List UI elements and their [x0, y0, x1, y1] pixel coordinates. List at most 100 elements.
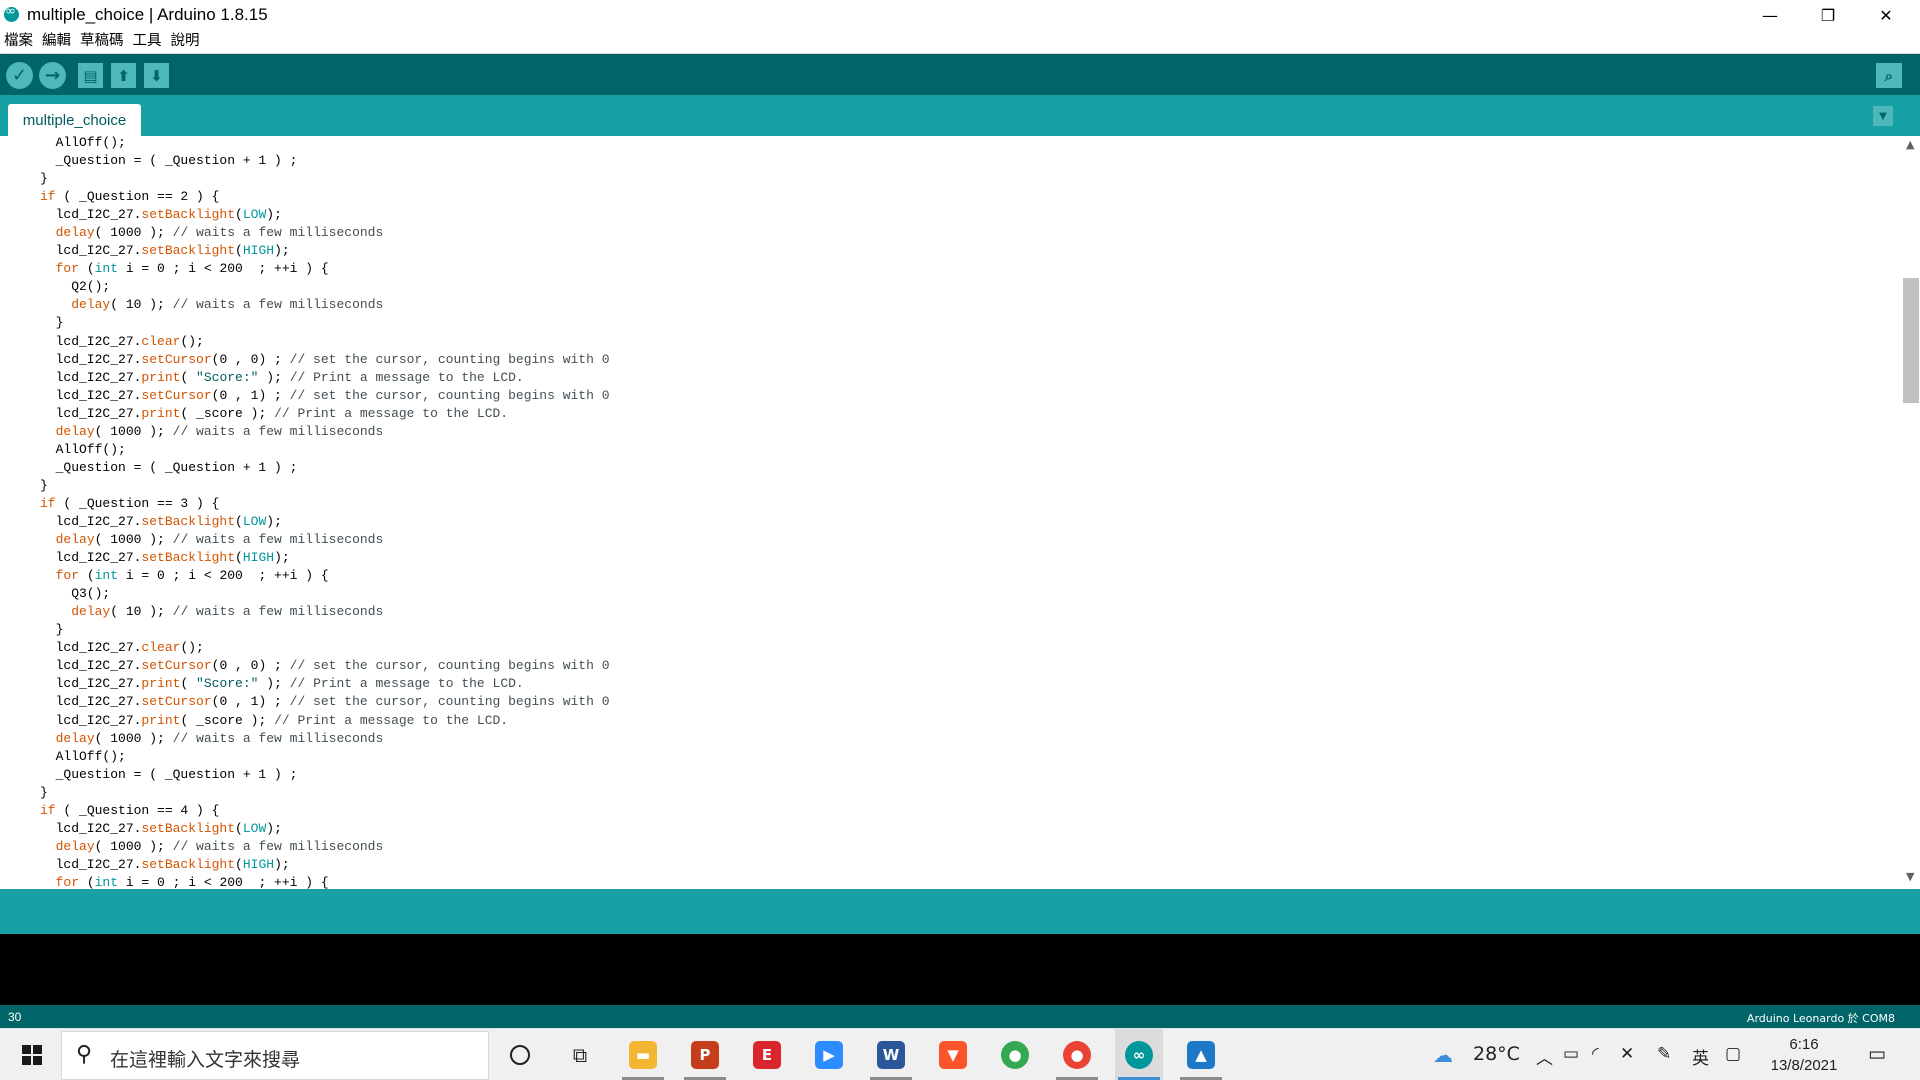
code-line[interactable]: lcd_I2C_27.clear(); — [40, 333, 610, 351]
code-line[interactable]: delay( 10 ); // waits a few milliseconds — [40, 603, 610, 621]
code-line[interactable]: Q2(); — [40, 278, 610, 296]
code-line[interactable]: delay( 10 ); // waits a few milliseconds — [40, 296, 610, 314]
code-line[interactable]: lcd_I2C_27.print( "Score:" ); // Print a… — [40, 369, 610, 387]
menu-file[interactable]: 檔案 — [4, 30, 33, 53]
code-line[interactable]: if ( _Question == 2 ) { — [40, 188, 610, 206]
weather-cloud-icon[interactable]: ☁ — [1433, 1043, 1453, 1067]
code-line[interactable]: lcd_I2C_27.setBacklight(HIGH); — [40, 856, 610, 874]
taskbar-app-chrome[interactable]: ● — [991, 1029, 1039, 1080]
code-line[interactable]: lcd_I2C_27.setCursor(0 , 0) ; // set the… — [40, 657, 610, 675]
console-output[interactable] — [0, 934, 1920, 1005]
code-line[interactable]: lcd_I2C_27.setBacklight(HIGH); — [40, 242, 610, 260]
taskbar-app-file-explorer[interactable]: ▬ — [619, 1029, 667, 1080]
menu-tools[interactable]: 工具 — [133, 30, 162, 53]
code-line[interactable]: lcd_I2C_27.setCursor(0 , 1) ; // set the… — [40, 693, 610, 711]
code-line[interactable]: delay( 1000 ); // waits a few millisecon… — [40, 838, 610, 856]
menu-bar: 檔案 編輯 草稿碼 工具 說明 — [0, 30, 1920, 53]
code-line[interactable]: delay( 1000 ); // waits a few millisecon… — [40, 531, 610, 549]
clock-date[interactable]: 13/8/2021 — [1754, 1057, 1854, 1074]
code-line[interactable]: for (int i = 0 ; i < 200 ; ++i ) { — [40, 260, 610, 278]
wifi-icon[interactable]: ◜ — [1592, 1044, 1599, 1064]
ime-mode-icon[interactable]: ▢ — [1725, 1044, 1741, 1064]
code-line[interactable]: } — [40, 314, 610, 332]
code-line[interactable]: lcd_I2C_27.setBacklight(LOW); — [40, 820, 610, 838]
upload-button[interactable]: → — [39, 62, 66, 89]
taskbar-app-word[interactable]: W — [867, 1029, 915, 1080]
code-line[interactable]: } — [40, 170, 610, 188]
tab-multiple-choice[interactable]: multiple_choice — [8, 104, 141, 136]
windows-taskbar: ⚲ 在這裡輸入文字來搜尋 ⧉ ☁ 28°C ︿ ▭ ◜ ✕ ✎ 英 ▢ 6:16… — [0, 1028, 1920, 1080]
volume-muted-icon[interactable]: ✕ — [1620, 1044, 1634, 1064]
weather-temperature[interactable]: 28°C — [1473, 1043, 1520, 1065]
cortana-button[interactable] — [496, 1029, 544, 1080]
code-line[interactable]: lcd_I2C_27.setBacklight(HIGH); — [40, 549, 610, 567]
open-sketch-button[interactable]: ⬆ — [111, 63, 136, 88]
pen-icon[interactable]: ✎ — [1657, 1044, 1671, 1064]
menu-help[interactable]: 說明 — [171, 30, 200, 53]
ime-indicator[interactable]: 英 — [1692, 1044, 1709, 1069]
code-line[interactable]: delay( 1000 ); // waits a few millisecon… — [40, 224, 610, 242]
menu-edit[interactable]: 編輯 — [42, 30, 71, 53]
word-icon: W — [877, 1041, 905, 1069]
save-sketch-button[interactable]: ⬇ — [144, 63, 169, 88]
taskbar-app-powerpoint[interactable]: P — [681, 1029, 729, 1080]
taskbar-app-eph-app[interactable]: E — [743, 1029, 791, 1080]
scroll-down-icon[interactable]: ▼ — [1906, 870, 1914, 883]
code-line[interactable]: AllOff(); — [40, 136, 610, 152]
task-view-button[interactable]: ⧉ — [556, 1029, 604, 1080]
code-line[interactable]: AllOff(); — [40, 441, 610, 459]
scrollbar-thumb[interactable] — [1903, 278, 1919, 403]
editor-scrollbar[interactable]: ▲ ▼ — [1902, 136, 1920, 889]
powerpoint-icon: P — [691, 1041, 719, 1069]
start-button[interactable] — [8, 1029, 56, 1080]
code-line[interactable]: lcd_I2C_27.print( "Score:" ); // Print a… — [40, 675, 610, 693]
code-line[interactable]: Q3(); — [40, 585, 610, 603]
close-button[interactable]: ✕ — [1857, 0, 1915, 30]
code-text[interactable]: AllOff(); _Question = ( _Question + 1 ) … — [40, 136, 610, 889]
code-line[interactable]: _Question = ( _Question + 1 ) ; — [40, 459, 610, 477]
code-line[interactable]: if ( _Question == 3 ) { — [40, 495, 610, 513]
code-line[interactable]: delay( 1000 ); // waits a few millisecon… — [40, 730, 610, 748]
taskbar-app-arduino[interactable]: ∞ — [1115, 1029, 1163, 1080]
serial-monitor-button[interactable]: ⌕ — [1876, 63, 1902, 88]
code-line[interactable]: } — [40, 621, 610, 639]
code-line[interactable]: } — [40, 784, 610, 802]
code-line[interactable]: } — [40, 477, 610, 495]
chrome-profile-icon: ● — [1063, 1041, 1091, 1069]
photos-icon: ▲ — [1187, 1041, 1215, 1069]
clock-time[interactable]: 6:16 — [1754, 1036, 1854, 1053]
menu-sketch[interactable]: 草稿碼 — [80, 30, 124, 53]
code-editor[interactable]: AllOff(); _Question = ( _Question + 1 ) … — [0, 136, 1902, 889]
scroll-up-icon[interactable]: ▲ — [1906, 138, 1914, 151]
code-line[interactable]: if ( _Question == 4 ) { — [40, 802, 610, 820]
maximize-button[interactable]: ❐ — [1799, 0, 1857, 30]
code-line[interactable]: lcd_I2C_27.print( _score ); // Print a m… — [40, 712, 610, 730]
save-arrow-down-icon: ⬇ — [150, 66, 163, 85]
taskbar-search-box[interactable]: ⚲ 在這裡輸入文字來搜尋 — [61, 1031, 489, 1080]
taskbar-app-zoom[interactable]: ▶ — [805, 1029, 853, 1080]
notification-center-icon[interactable]: ▭ — [1868, 1043, 1886, 1065]
code-line[interactable]: AllOff(); — [40, 748, 610, 766]
battery-icon[interactable]: ▭ — [1563, 1044, 1579, 1064]
code-line[interactable]: lcd_I2C_27.setBacklight(LOW); — [40, 206, 610, 224]
code-line[interactable]: lcd_I2C_27.print( _score ); // Print a m… — [40, 405, 610, 423]
show-hidden-icons-icon[interactable]: ︿ — [1536, 1044, 1553, 1069]
code-line[interactable]: lcd_I2C_27.setCursor(0 , 0) ; // set the… — [40, 351, 610, 369]
code-line[interactable]: lcd_I2C_27.clear(); — [40, 639, 610, 657]
new-sketch-button[interactable]: ▤ — [78, 63, 103, 88]
toolbar: ✓ → ▤ ⬆ ⬇ ⌕ — [0, 54, 1920, 95]
code-line[interactable]: lcd_I2C_27.setCursor(0 , 1) ; // set the… — [40, 387, 610, 405]
tab-menu-button[interactable]: ▼ — [1873, 106, 1893, 126]
code-line[interactable]: for (int i = 0 ; i < 200 ; ++i ) { — [40, 874, 610, 889]
code-line[interactable]: _Question = ( _Question + 1 ) ; — [40, 766, 610, 784]
minimize-button[interactable]: — — [1741, 0, 1799, 30]
taskbar-app-chrome-profile[interactable]: ● — [1053, 1029, 1101, 1080]
taskbar-app-brave[interactable]: ▼ — [929, 1029, 977, 1080]
task-view-icon: ⧉ — [572, 1043, 588, 1067]
code-line[interactable]: _Question = ( _Question + 1 ) ; — [40, 152, 610, 170]
code-line[interactable]: delay( 1000 ); // waits a few millisecon… — [40, 423, 610, 441]
code-line[interactable]: lcd_I2C_27.setBacklight(LOW); — [40, 513, 610, 531]
taskbar-app-photos[interactable]: ▲ — [1177, 1029, 1225, 1080]
code-line[interactable]: for (int i = 0 ; i < 200 ; ++i ) { — [40, 567, 610, 585]
verify-button[interactable]: ✓ — [6, 62, 33, 89]
